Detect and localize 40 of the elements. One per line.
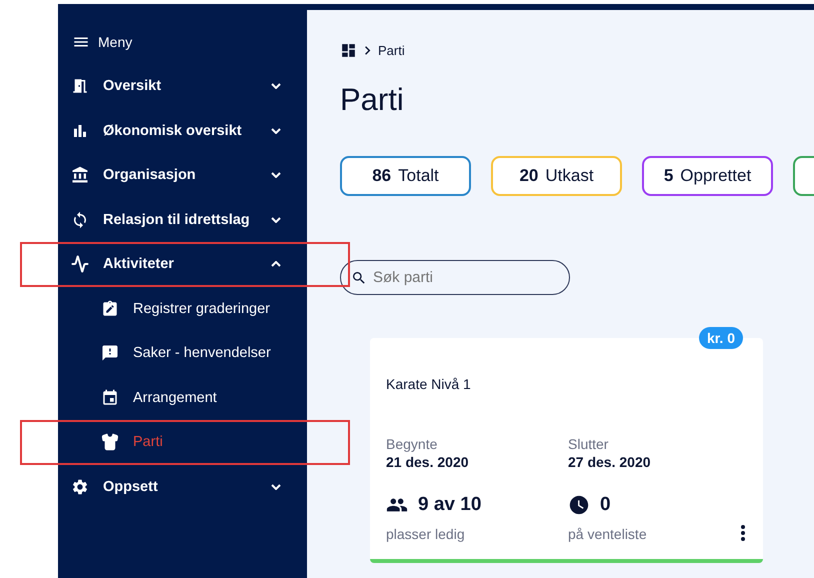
- nav-item[interactable]: Oppsett: [58, 464, 307, 509]
- end-date: 27 des. 2020: [568, 454, 651, 470]
- nav-item[interactable]: Økonomisk oversikt: [58, 108, 307, 153]
- nav-subitem[interactable]: Registrer graderinger: [58, 286, 307, 331]
- chat-alert-icon: [100, 344, 120, 362]
- more-button[interactable]: [741, 525, 745, 541]
- bank-icon: [70, 166, 90, 184]
- card-title: Karate Nivå 1: [386, 376, 472, 394]
- search-input[interactable]: Søk parti: [371, 268, 555, 287]
- search-icon: [351, 270, 367, 286]
- shirt-icon: [100, 433, 120, 452]
- nav-subitem[interactable]: Parti: [58, 420, 307, 464]
- start-label: Begynte: [386, 436, 438, 452]
- end-label: Slutter: [568, 436, 608, 452]
- nav-item[interactable]: Oversikt: [58, 64, 307, 108]
- settings-icon: [70, 478, 90, 496]
- nav-subitem[interactable]: Saker - henvendelser: [58, 331, 307, 376]
- note-edit-icon: [100, 300, 120, 318]
- waitlist-label: på venteliste: [568, 526, 647, 542]
- nav-item[interactable]: Aktiviteter: [58, 242, 307, 286]
- nav-subitem[interactable]: Arrangement: [58, 376, 307, 420]
- page-title: Parti: [340, 82, 405, 118]
- places-label: plasser ledig: [386, 526, 465, 542]
- nav-item[interactable]: Relasjon til idrettslag: [58, 198, 307, 242]
- calendar-icon: [100, 388, 120, 407]
- clock-icon: [568, 494, 590, 516]
- start-date: 21 des. 2020: [386, 454, 469, 470]
- price-badge: kr. 0: [698, 327, 743, 349]
- menu-label: Meny: [98, 34, 132, 50]
- dashboard-icon[interactable]: [340, 42, 357, 58]
- nav-item[interactable]: Organisasjon: [58, 153, 307, 198]
- waitlist-count: 0: [600, 494, 611, 516]
- status-filter-chip[interactable]: 86 Totalt: [340, 156, 471, 196]
- status-filter-chip[interactable]: 5 Opprettet: [642, 156, 773, 196]
- pulse-icon: [70, 255, 90, 274]
- more-icon: [741, 525, 745, 541]
- status-filter-chip[interactable]: 20 Utkast: [491, 156, 622, 196]
- places-count: 9 av 10: [418, 494, 482, 516]
- breadcrumb-item[interactable]: Parti: [378, 42, 405, 58]
- search-field[interactable]: Søk parti: [340, 260, 570, 295]
